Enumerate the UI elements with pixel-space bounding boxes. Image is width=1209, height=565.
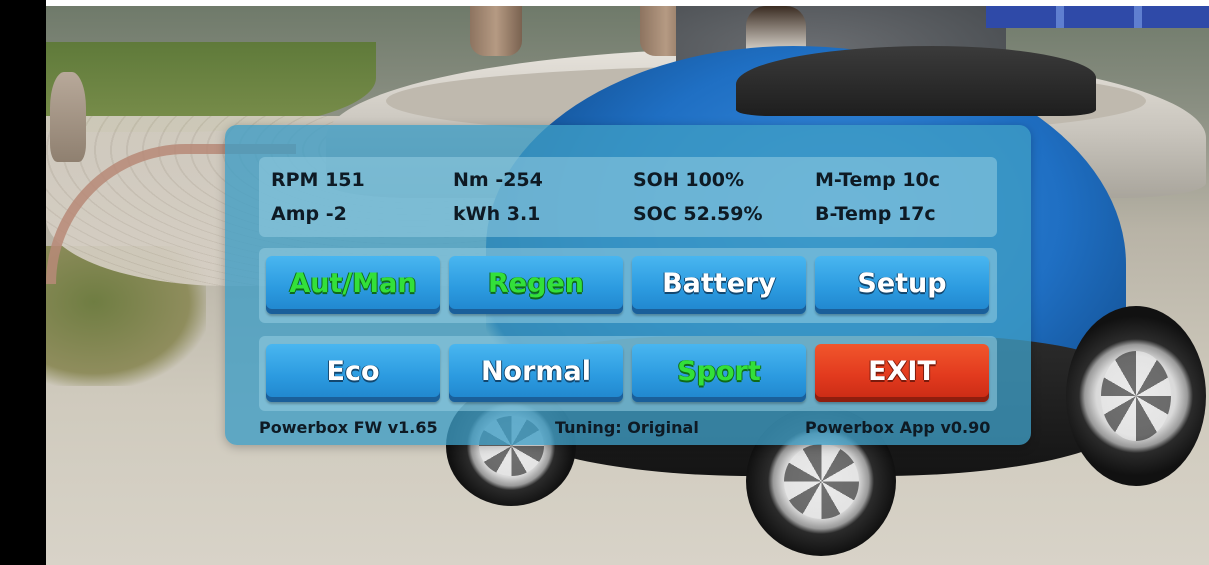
exit-button[interactable]: EXIT <box>815 344 989 402</box>
setup-button[interactable]: Setup <box>815 256 989 314</box>
tuning-status: Tuning: Original <box>555 418 699 437</box>
regen-button[interactable]: Regen <box>449 256 623 314</box>
letterbox-bar <box>0 0 46 565</box>
fence <box>986 6 1209 28</box>
soh-readout: SOH 100% <box>633 169 745 191</box>
eco-mode-button[interactable]: Eco <box>266 344 440 402</box>
battery-button[interactable]: Battery <box>632 256 806 314</box>
kwh-readout: kWh 3.1 <box>453 203 541 225</box>
drive-mode-button-row: Eco Normal Sport EXIT <box>259 336 997 411</box>
stats-box: RPM 151 Nm -254 SOH 100% M-Temp 10c Amp … <box>259 157 997 237</box>
normal-mode-button[interactable]: Normal <box>449 344 623 402</box>
car-rear-wheel <box>1066 306 1206 486</box>
game-screen: RPM 151 Nm -254 SOH 100% M-Temp 10c Amp … <box>0 0 1209 565</box>
app-version: Powerbox App v0.90 <box>805 418 991 437</box>
aut-man-button[interactable]: Aut/Man <box>266 256 440 314</box>
top-border <box>46 0 1209 6</box>
menu-button-row: Aut/Man Regen Battery Setup <box>259 248 997 323</box>
battery-temp-readout: B-Temp 17c <box>815 203 936 225</box>
powerbox-panel: RPM 151 Nm -254 SOH 100% M-Temp 10c Amp … <box>225 125 1031 445</box>
rpm-readout: RPM 151 <box>271 169 365 191</box>
tree-trunk <box>470 6 522 56</box>
sport-mode-button[interactable]: Sport <box>632 344 806 402</box>
torque-readout: Nm -254 <box>453 169 543 191</box>
motor-temp-readout: M-Temp 10c <box>815 169 941 191</box>
dog <box>50 72 86 162</box>
soc-readout: SOC 52.59% <box>633 203 763 225</box>
firmware-version: Powerbox FW v1.65 <box>259 418 438 437</box>
amp-readout: Amp -2 <box>271 203 347 225</box>
